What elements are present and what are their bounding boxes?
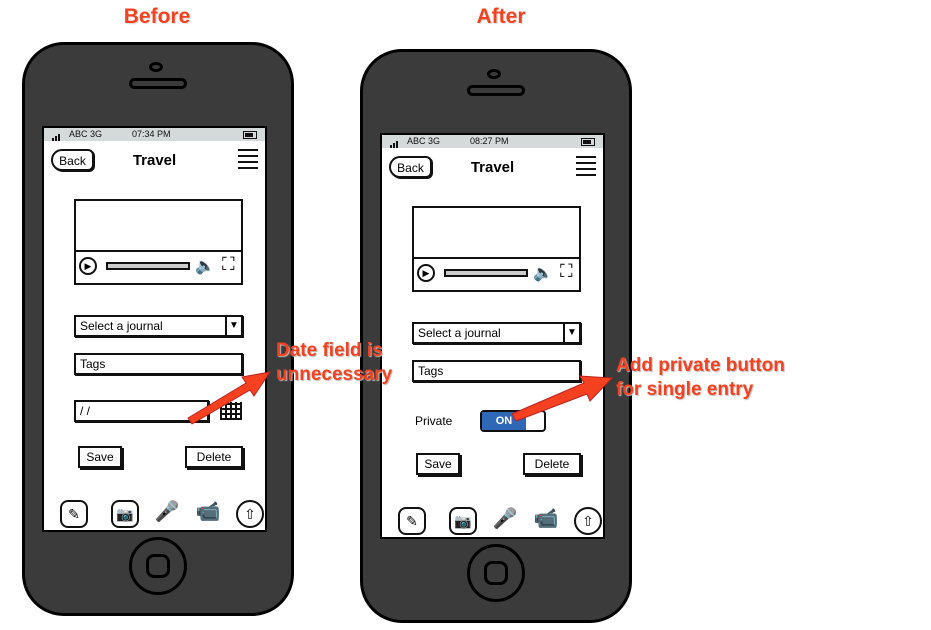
- camera-dot: [487, 69, 501, 79]
- camera-icon[interactable]: 📷: [449, 507, 477, 535]
- tags-input[interactable]: Tags: [412, 360, 581, 382]
- video-progress[interactable]: [106, 262, 190, 270]
- video-player[interactable]: ▶ 🔈 ⛶: [74, 199, 243, 285]
- after-caption: After: [476, 5, 526, 28]
- save-button[interactable]: Save: [78, 446, 122, 468]
- save-button[interactable]: Save: [416, 453, 460, 475]
- tags-input[interactable]: Tags: [74, 353, 243, 375]
- home-button[interactable]: [467, 544, 525, 602]
- private-note-line-2: for single entry: [616, 379, 754, 400]
- compose-icon[interactable]: ✎: [398, 507, 426, 535]
- play-icon[interactable]: ▶: [79, 257, 97, 275]
- date-value: / /: [80, 404, 91, 418]
- date-note-line-2: unnecessary: [276, 364, 393, 385]
- date-note-line-1: Date field is: [276, 340, 383, 361]
- screen-before: ABC 3G 07:34 PM Back Travel ▶ 🔈 ⛶ Select…: [42, 126, 267, 532]
- camera-dot: [149, 62, 163, 72]
- journal-select[interactable]: Select a journal ▼: [412, 322, 581, 344]
- home-button[interactable]: [129, 537, 187, 595]
- video-controls: ▶ 🔈 ⛶: [414, 257, 579, 290]
- fullscreen-icon[interactable]: ⛶: [560, 261, 573, 282]
- screen-after: ABC 3G 08:27 PM Back Travel ▶ 🔈 ⛶ Select…: [380, 133, 605, 539]
- volume-icon[interactable]: 🔈: [195, 256, 215, 276]
- menu-icon[interactable]: [576, 156, 596, 180]
- delete-button[interactable]: Delete: [185, 446, 243, 468]
- private-note: Add private button for single entry: [616, 354, 785, 402]
- upload-icon[interactable]: ⇧: [236, 500, 264, 528]
- volume-icon[interactable]: 🔈: [533, 263, 553, 283]
- status-time: 07:34 PM: [132, 129, 171, 139]
- date-input[interactable]: / /: [74, 400, 209, 422]
- video-controls: ▶ 🔈 ⛶: [76, 250, 241, 283]
- delete-button[interactable]: Delete: [523, 453, 581, 475]
- microphone-icon[interactable]: 🎤: [153, 500, 181, 528]
- journal-select-value: Select a journal: [418, 326, 501, 340]
- page-title: Travel: [470, 159, 515, 176]
- journal-select[interactable]: Select a journal ▼: [74, 315, 243, 337]
- battery-icon: [243, 131, 257, 139]
- upload-icon[interactable]: ⇧: [574, 507, 602, 535]
- status-bar: ABC 3G 07:34 PM: [44, 128, 265, 141]
- video-camera-icon[interactable]: 📹: [194, 500, 222, 528]
- video-camera-icon[interactable]: 📹: [532, 507, 560, 535]
- calendar-icon[interactable]: [220, 402, 242, 420]
- before-caption: Before: [123, 5, 191, 28]
- play-icon[interactable]: ▶: [417, 264, 435, 282]
- carrier-label: ABC 3G: [69, 129, 103, 139]
- private-label: Private: [415, 414, 453, 428]
- page-title: Travel: [132, 152, 177, 169]
- private-toggle-state: ON: [482, 412, 526, 430]
- compose-icon[interactable]: ✎: [60, 500, 88, 528]
- chevron-down-icon[interactable]: ▼: [225, 315, 243, 337]
- signal-icon: [52, 131, 61, 141]
- status-time: 08:27 PM: [470, 136, 509, 146]
- camera-icon[interactable]: 📷: [111, 500, 139, 528]
- date-note: Date field is unnecessary: [276, 339, 392, 387]
- signal-icon: [390, 138, 399, 148]
- earpiece: [129, 78, 187, 89]
- earpiece: [467, 85, 525, 96]
- fullscreen-icon[interactable]: ⛶: [222, 254, 235, 275]
- tab-bar: ✎ 📷 🎤 📹 ⇧: [382, 507, 603, 537]
- tags-placeholder: Tags: [418, 364, 444, 378]
- chevron-down-icon[interactable]: ▼: [563, 322, 581, 344]
- microphone-icon[interactable]: 🎤: [491, 507, 519, 535]
- private-toggle[interactable]: ON: [480, 410, 546, 432]
- carrier-label: ABC 3G: [407, 136, 441, 146]
- battery-icon: [581, 138, 595, 146]
- journal-select-value: Select a journal: [80, 319, 163, 333]
- status-bar: ABC 3G 08:27 PM: [382, 135, 603, 148]
- private-note-line-1: Add private button: [616, 355, 785, 376]
- tags-placeholder: Tags: [80, 357, 106, 371]
- video-progress[interactable]: [444, 269, 528, 277]
- menu-icon[interactable]: [238, 149, 258, 173]
- video-player[interactable]: ▶ 🔈 ⛶: [412, 206, 581, 292]
- tab-bar: ✎ 📷 🎤 📹 ⇧: [44, 500, 265, 530]
